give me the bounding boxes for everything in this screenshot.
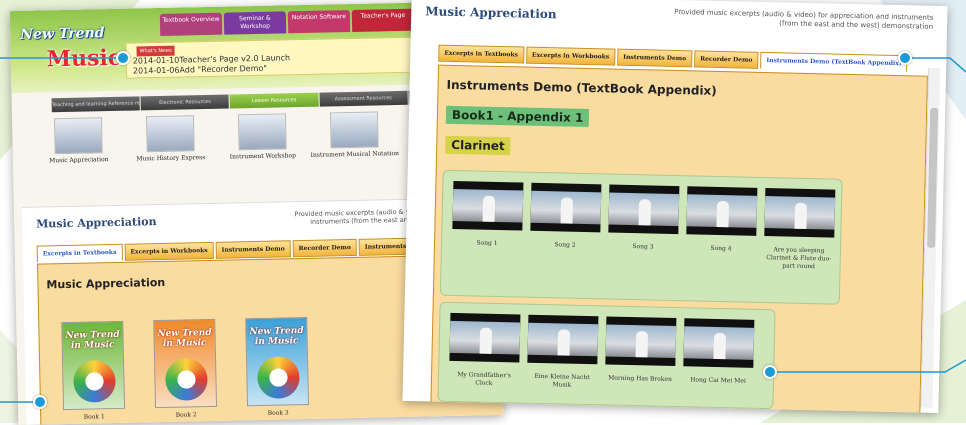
callout-lines [0,57,966,403]
callout-dot [33,395,47,409]
callout-dot [116,51,130,65]
callout-dot [763,365,777,379]
callout-dot [898,51,912,65]
